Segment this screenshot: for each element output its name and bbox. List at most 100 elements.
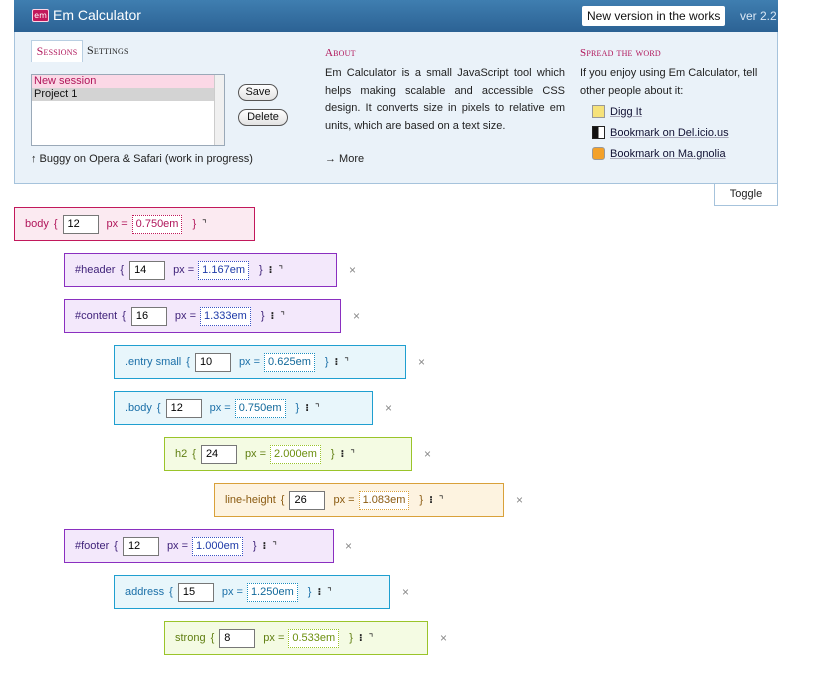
digg-link[interactable]: Digg It: [592, 105, 642, 118]
new-version-link[interactable]: New version in the works: [582, 6, 726, 26]
px-input[interactable]: [165, 398, 202, 418]
close-brace: }: [192, 218, 197, 230]
px-equals-label: px =: [238, 356, 261, 368]
magnolia-label: Bookmark on Ma.gnolia: [610, 148, 726, 160]
tab-sessions[interactable]: Sessions: [31, 40, 83, 62]
add-child-icon[interactable]: ⌝: [202, 219, 207, 230]
app-logo-icon: em: [32, 9, 49, 22]
open-brace: {: [114, 540, 118, 552]
add-child-icon[interactable]: ⌝: [315, 403, 320, 414]
add-child-icon[interactable]: ⌝: [350, 449, 355, 460]
rule-selector: .entry small: [125, 356, 182, 368]
css-rule-row: h2 {px =2.000em} ⁝ ⌝: [164, 437, 412, 471]
rule-selector: strong: [175, 632, 206, 644]
delete-button[interactable]: Delete: [238, 109, 288, 126]
open-brace: {: [120, 264, 125, 276]
px-input[interactable]: [122, 536, 159, 556]
close-brace: }: [307, 586, 312, 598]
save-button[interactable]: Save: [238, 84, 278, 101]
toggle-button[interactable]: Toggle: [714, 184, 778, 206]
em-result: 0.750em: [234, 398, 286, 418]
css-rule-row: .entry small {px =0.625em} ⁝ ⌝: [114, 345, 406, 379]
about-heading: About: [325, 47, 356, 59]
px-equals-label: px =: [221, 586, 243, 598]
session-option[interactable]: New session: [32, 75, 214, 88]
drag-handle-icon[interactable]: ⁝: [335, 357, 339, 368]
px-input[interactable]: [289, 490, 326, 510]
css-rule-row: body {px =0.750em} ⌝: [14, 207, 255, 241]
px-input[interactable]: [219, 628, 256, 648]
px-input[interactable]: [200, 444, 237, 464]
drag-handle-icon[interactable]: ⁝: [429, 495, 433, 506]
magnolia-link[interactable]: Bookmark on Ma.gnolia: [592, 147, 726, 160]
delicious-link[interactable]: Bookmark on Del.icio.us: [592, 126, 729, 139]
px-equals-label: px =: [173, 264, 195, 276]
app-title: Em Calculator: [53, 7, 141, 23]
close-brace: }: [324, 356, 329, 368]
add-child-icon[interactable]: ⌝: [278, 265, 283, 276]
rule-selector: h2: [175, 448, 188, 460]
open-brace: {: [122, 310, 126, 322]
add-child-icon[interactable]: ⌝: [272, 541, 277, 552]
css-rule-row: strong {px =0.533em} ⁝ ⌝: [164, 621, 428, 655]
more-link[interactable]: → More: [325, 153, 364, 165]
add-child-icon[interactable]: ⌝: [344, 357, 349, 368]
close-brace: }: [252, 540, 257, 552]
drag-handle-icon[interactable]: ⁝: [341, 449, 345, 460]
remove-rule-icon[interactable]: ×: [424, 447, 431, 461]
drag-handle-icon[interactable]: ⁝: [305, 403, 309, 414]
em-result: 0.533em: [288, 628, 340, 648]
open-brace: {: [210, 632, 215, 644]
delicious-icon: [592, 126, 605, 139]
close-brace: }: [260, 310, 265, 322]
drag-handle-icon[interactable]: ⁝: [269, 265, 273, 276]
css-rule-row: #footer {px =1.000em} ⁝ ⌝: [64, 529, 334, 563]
drag-handle-icon[interactable]: ⁝: [271, 311, 275, 322]
remove-rule-icon[interactable]: ×: [353, 309, 360, 323]
open-brace: {: [169, 586, 173, 598]
add-child-icon[interactable]: ⌝: [369, 633, 374, 644]
css-rule-row: .body {px =0.750em} ⁝ ⌝: [114, 391, 373, 425]
px-input[interactable]: [62, 214, 99, 234]
open-brace: {: [186, 356, 190, 368]
sessions-scrollbar[interactable]: [214, 75, 224, 145]
px-equals-label: px =: [263, 632, 285, 644]
add-child-icon[interactable]: ⌝: [439, 495, 444, 506]
px-equals-label: px =: [209, 402, 231, 414]
em-result: 1.333em: [200, 306, 251, 326]
remove-rule-icon[interactable]: ×: [440, 631, 447, 645]
add-child-icon[interactable]: ⌝: [280, 311, 285, 322]
px-input[interactable]: [194, 352, 231, 372]
open-brace: {: [192, 448, 196, 460]
css-rule-row: #content {px = 1.333em} ⁝ ⌝: [64, 299, 341, 333]
px-input[interactable]: [129, 260, 166, 280]
rule-selector: #content: [75, 310, 118, 322]
remove-rule-icon[interactable]: ×: [402, 585, 409, 599]
open-brace: {: [53, 218, 58, 230]
remove-rule-icon[interactable]: ×: [418, 355, 425, 369]
rule-selector: line-height: [225, 494, 276, 506]
tab-settings[interactable]: Settings: [87, 40, 129, 62]
app-header: em Em Calculator New version in the work…: [14, 0, 778, 32]
rule-selector: address: [125, 586, 165, 598]
remove-rule-icon[interactable]: ×: [385, 401, 392, 415]
session-option[interactable]: Project 1: [32, 88, 214, 101]
spread-heading: Spread the word: [580, 47, 661, 59]
info-panel: Sessions Settings New session Project 1 …: [14, 32, 778, 184]
px-input[interactable]: [130, 306, 167, 326]
drag-handle-icon[interactable]: ⁝: [317, 587, 321, 598]
drag-handle-icon[interactable]: ⁝: [359, 633, 363, 644]
open-brace: {: [280, 494, 285, 506]
px-input[interactable]: [177, 582, 214, 602]
css-rule-row: #header {px =1.167em} ⁝ ⌝: [64, 253, 337, 287]
drag-handle-icon[interactable]: ⁝: [263, 541, 267, 552]
sessions-listbox[interactable]: New session Project 1: [31, 74, 225, 146]
remove-rule-icon[interactable]: ×: [516, 493, 523, 507]
remove-rule-icon[interactable]: ×: [345, 539, 352, 553]
em-result: 2.000em: [270, 444, 321, 464]
px-equals-label: px =: [333, 494, 355, 506]
rule-selector: body: [25, 218, 49, 230]
remove-rule-icon[interactable]: ×: [349, 263, 356, 277]
css-rule-row: address {px =1.250em} ⁝ ⌝: [114, 575, 390, 609]
add-child-icon[interactable]: ⌝: [327, 587, 332, 598]
